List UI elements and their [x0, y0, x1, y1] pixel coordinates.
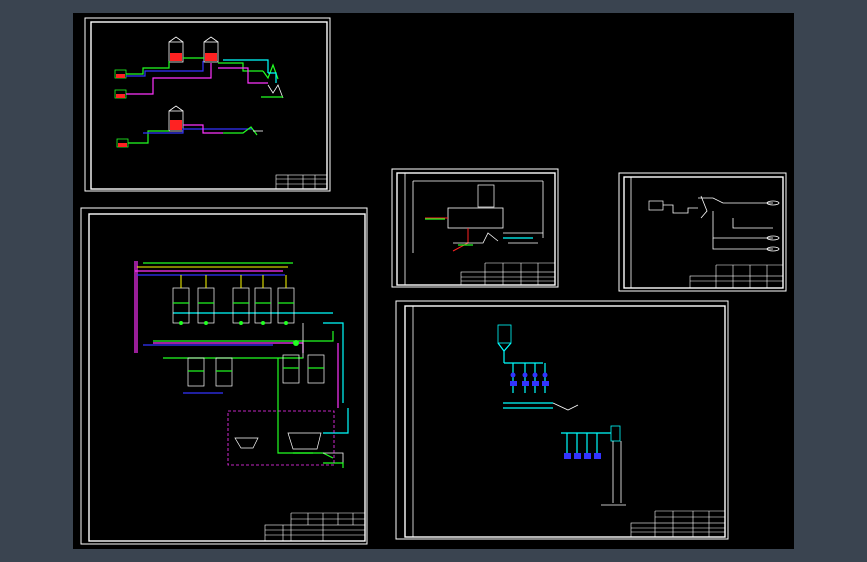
drawing-sheet-5[interactable] — [395, 300, 729, 540]
sheet-border — [618, 172, 787, 292]
drawing-sheet-4[interactable] — [618, 172, 787, 292]
tank-1 — [168, 36, 184, 63]
distribution-manifold — [497, 324, 626, 506]
sheet-inner-border — [404, 305, 726, 538]
pipe-network-1 — [126, 57, 284, 144]
sheet-inner-border — [396, 172, 556, 286]
reactor-row-1 — [172, 275, 295, 325]
drawing-sheet-2[interactable] — [80, 207, 368, 545]
sheet-inner-border — [623, 176, 784, 289]
cad-drawing[interactable] — [73, 13, 794, 549]
title-block — [275, 174, 328, 190]
title-block — [689, 264, 784, 289]
hopper — [234, 437, 259, 449]
pipe-network-2 — [134, 261, 349, 468]
sheet-inner-border — [90, 21, 328, 190]
sheet-border — [395, 300, 729, 540]
tank-3 — [168, 105, 184, 132]
tank-2 — [203, 36, 219, 63]
cad-model-space[interactable] — [73, 13, 794, 549]
sheet-border — [84, 17, 331, 192]
vessel — [287, 432, 322, 450]
title-block — [264, 512, 366, 542]
title-block — [460, 262, 556, 286]
branch-piping — [648, 195, 780, 252]
tower-piping — [412, 180, 544, 253]
title-block — [630, 510, 726, 538]
drawing-sheet-3[interactable] — [391, 168, 559, 288]
drawing-sheet-1[interactable] — [84, 17, 331, 192]
